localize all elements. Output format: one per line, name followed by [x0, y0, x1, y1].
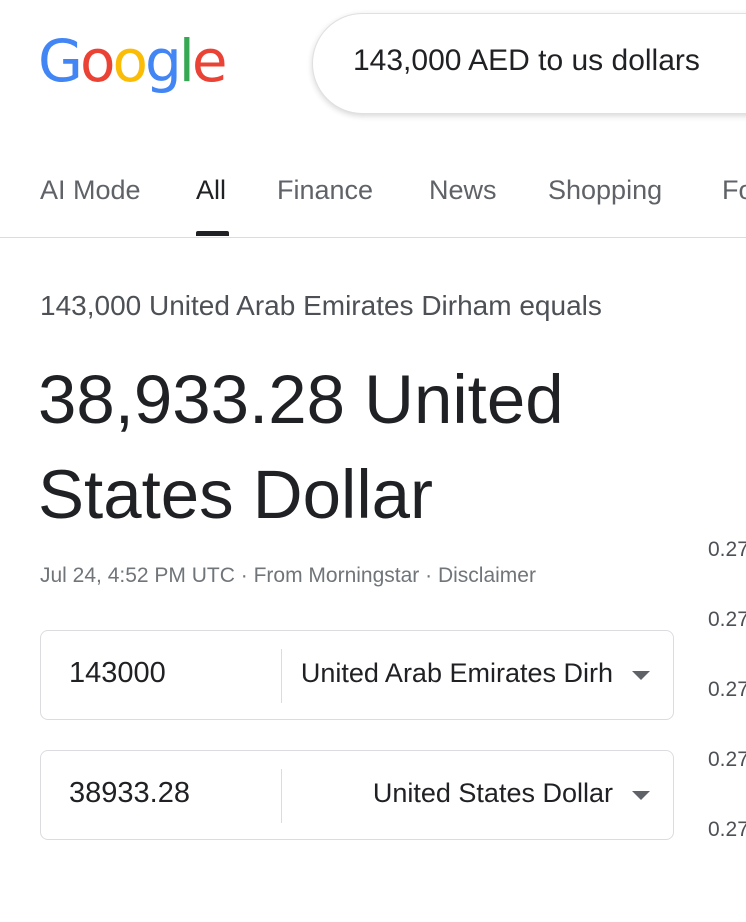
converter-from-row: United Arab Emirates Dirh [40, 630, 674, 720]
converter-divider [281, 649, 282, 703]
side-rate-label: 0.27 [708, 538, 746, 561]
to-amount-input[interactable] [69, 777, 269, 810]
logo-letter-o1: o [79, 27, 115, 95]
tab-news[interactable]: News [429, 175, 497, 206]
side-rate-label: 0.27 [708, 818, 746, 841]
tab-shopping[interactable]: Shopping [548, 175, 662, 206]
tab-all[interactable]: All [196, 175, 226, 206]
tab-ai-mode[interactable]: AI Mode [40, 175, 141, 206]
google-search-page: Google 143,000 AED to us dollars AI Mode… [0, 0, 746, 922]
logo-letter-e: e [191, 27, 228, 95]
converter-divider [281, 769, 282, 823]
disclaimer-link[interactable]: Disclaimer [438, 564, 536, 587]
conversion-source-text: 143,000 United Arab Emirates Dirham equa… [40, 290, 602, 321]
search-box[interactable]: 143,000 AED to us dollars [312, 13, 746, 114]
rate-timestamp: Jul 24, 4:52 PM UTC [40, 564, 235, 587]
converter-to-row: United States Dollar [40, 750, 674, 840]
chevron-down-icon [632, 671, 650, 680]
conversion-result: 38,933.28 United States Dollar [38, 361, 564, 533]
conversion-meta: Jul 24, 4:52 PM UTC · From Morningstar ·… [40, 564, 536, 588]
tab-finance[interactable]: Finance [277, 175, 373, 206]
to-currency-label: United States Dollar [372, 778, 613, 808]
tab-more-partial[interactable]: Fo [722, 175, 746, 206]
logo-letter-g2: g [144, 27, 182, 95]
side-rate-label: 0.27 [708, 608, 746, 631]
search-tabs: AI Mode All Finance News Shopping Fo [0, 155, 746, 238]
google-logo[interactable]: Google [38, 26, 228, 96]
from-amount-input[interactable] [69, 657, 269, 690]
active-tab-indicator [196, 231, 229, 236]
side-rate-label: 0.27 [708, 678, 746, 701]
side-rate-label: 0.27 [708, 748, 746, 771]
logo-letter-g: G [38, 27, 83, 95]
source-link[interactable]: From Morningstar [254, 564, 420, 587]
logo-letter-l: l [178, 27, 195, 95]
separator-dot: · [240, 564, 254, 587]
separator-dot: · [425, 564, 438, 587]
from-currency-label: United Arab Emirates Dirh [300, 658, 613, 688]
logo-letter-o2: o [112, 27, 147, 95]
to-currency-select[interactable]: United States Dollar [293, 751, 673, 839]
search-input[interactable]: 143,000 AED to us dollars [353, 44, 700, 78]
from-currency-select[interactable]: United Arab Emirates Dirh [293, 631, 673, 719]
chevron-down-icon [632, 791, 650, 800]
